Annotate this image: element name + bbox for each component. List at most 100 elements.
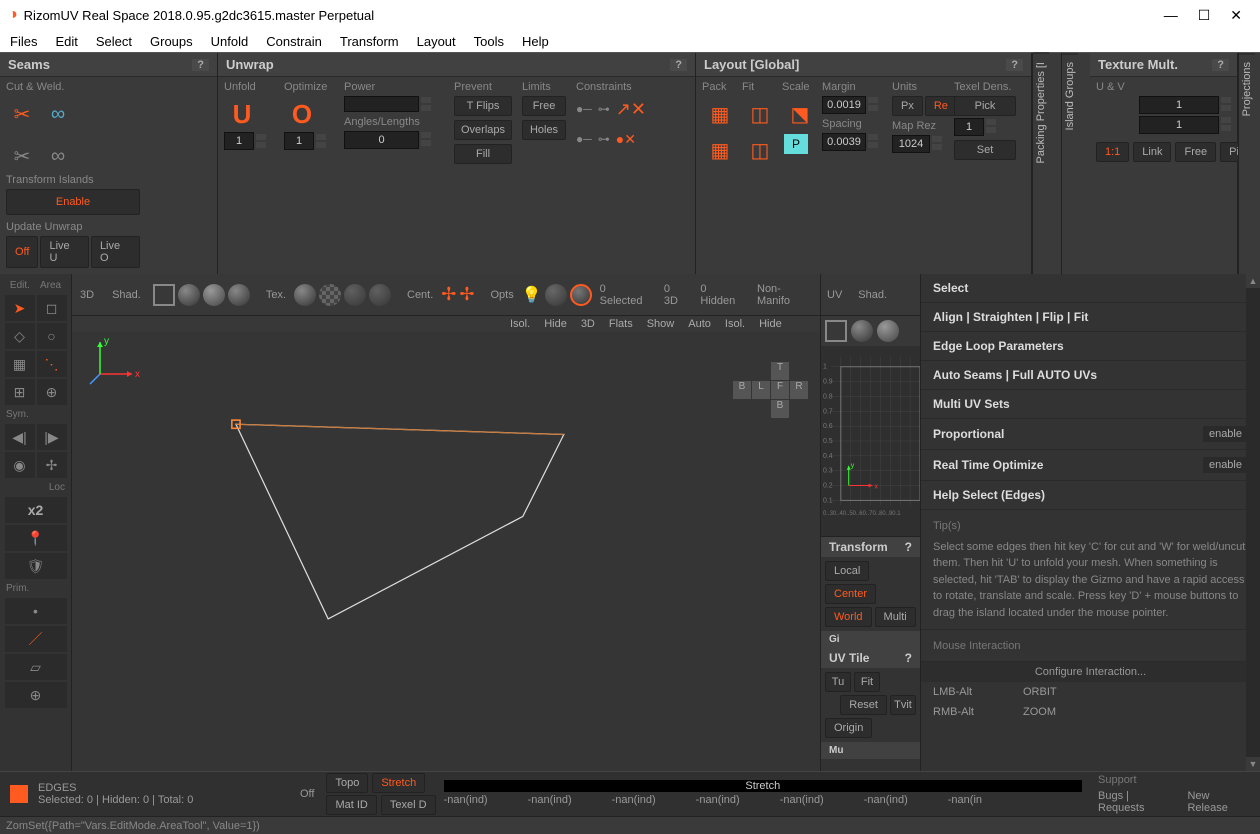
holes-button[interactable]: Holes [522, 120, 566, 140]
tflips-button[interactable]: T Flips [454, 96, 512, 116]
world-button[interactable]: World [825, 607, 872, 627]
rp-select[interactable]: Select [921, 274, 1260, 303]
viewport-canvas[interactable]: T B L F R B x y [72, 332, 820, 771]
uv-grid[interactable]: 1 0.9 0.8 0.7 0.6 0.5 0.4 0.3 0.2 0.1 0.… [821, 346, 920, 536]
matid-button[interactable]: Mat ID [326, 795, 376, 815]
uv-frame-icon[interactable] [825, 320, 847, 342]
pin-tool-icon[interactable]: 📍 [5, 525, 67, 551]
rp-proportional[interactable]: Proportionalenable [921, 419, 1260, 450]
right-scrollbar[interactable]: ▲ ▼ [1246, 274, 1260, 771]
opt-sphere-ring-icon[interactable] [570, 284, 592, 306]
minimize-button[interactable]: — [1164, 7, 1178, 24]
optimize-spinner[interactable] [316, 133, 326, 149]
navcube-bottom[interactable]: B [771, 400, 789, 418]
hide2-button[interactable]: Hide [759, 318, 782, 330]
unfold-value[interactable]: 1 [224, 132, 254, 150]
rp-multiuv[interactable]: Multi UV Sets [921, 390, 1260, 419]
layout-help-icon[interactable]: ? [1006, 59, 1023, 71]
maximize-button[interactable]: ☐ [1198, 7, 1211, 24]
set-button[interactable]: Set [954, 140, 1016, 160]
tex-sphere-1-icon[interactable] [294, 284, 316, 306]
island-icon[interactable]: ⊕ [5, 682, 67, 708]
menu-edit[interactable]: Edit [55, 34, 77, 49]
move-icon[interactable]: ✢ [37, 452, 67, 478]
camera-icon[interactable]: ◉ [5, 452, 35, 478]
optimize-value[interactable]: 1 [284, 132, 314, 150]
opt-sphere-icon[interactable] [545, 284, 567, 306]
menu-unfold[interactable]: Unfold [211, 34, 249, 49]
weld-icon[interactable]: ∞ [44, 98, 72, 130]
isol-button[interactable]: Isol. [510, 318, 530, 330]
one-one-button[interactable]: 1:1 [1096, 142, 1129, 162]
sphere-tool-icon[interactable]: ⊕ [37, 379, 67, 405]
pin2-icon[interactable]: ●─ [576, 132, 592, 146]
unfold-spinner[interactable] [256, 133, 266, 149]
maprez-spinner[interactable] [986, 118, 996, 136]
u-spinner[interactable] [1221, 96, 1231, 114]
maprez-value[interactable]: 1 [954, 118, 984, 136]
multiu-tab[interactable]: Mu [829, 745, 843, 756]
tex-sphere-4-icon[interactable] [369, 284, 391, 306]
shade-sphere-2-icon[interactable] [203, 284, 225, 306]
center-2-icon[interactable]: ✢ [459, 284, 474, 305]
rp-align[interactable]: Align | Straighten | Flip | Fit [921, 303, 1260, 332]
show-button[interactable]: Show [647, 318, 675, 330]
sym-right-icon[interactable]: |▶ [37, 424, 67, 450]
navcube-front[interactable]: F [771, 381, 789, 399]
side-tab-island-groups[interactable]: Island Groups [1062, 53, 1078, 138]
angles-value[interactable]: 0 [344, 131, 419, 149]
close-button[interactable]: ✕ [1230, 7, 1242, 24]
navcube-right[interactable]: R [790, 381, 808, 399]
menu-files[interactable]: Files [10, 34, 37, 49]
gizmo-tab[interactable]: Gi [829, 634, 840, 645]
unpin2-icon[interactable]: ●✕ [616, 131, 636, 148]
unpin-icon[interactable]: ↗✕ [616, 99, 646, 120]
realtime-enable-button[interactable]: enable [1203, 457, 1248, 473]
uv-sphere2-icon[interactable] [877, 320, 899, 342]
unfold-icon[interactable]: U [226, 98, 258, 130]
rect-select-icon[interactable]: ◻ [37, 295, 67, 321]
mesh-tool-icon[interactable]: ⊞ [5, 379, 35, 405]
px-button[interactable]: Px [892, 96, 923, 116]
uvtile-help-icon[interactable]: ? [905, 651, 912, 665]
liveu-button[interactable]: Live U [40, 236, 88, 268]
newrelease-link[interactable]: New Release [1187, 790, 1252, 814]
menu-constrain[interactable]: Constrain [266, 34, 322, 49]
face-icon[interactable]: ▱ [5, 654, 67, 680]
local-button[interactable]: Local [825, 561, 869, 581]
side-tab-packing[interactable]: Packing Properties [I [1033, 53, 1049, 172]
vertex-icon[interactable]: • [5, 598, 67, 624]
v-spinner[interactable] [1221, 116, 1231, 134]
rp-autoseams[interactable]: Auto Seams | Full AUTO UVs [921, 361, 1260, 390]
multi-button[interactable]: Multi [875, 607, 916, 627]
angles-spinner[interactable] [421, 131, 431, 149]
3d-button[interactable]: 3D [581, 318, 595, 330]
fit-u-button[interactable]: Fit [854, 672, 880, 692]
cut-icon[interactable]: ✂ [8, 98, 36, 130]
menu-tools[interactable]: Tools [474, 34, 504, 49]
tex-sphere-check-icon[interactable] [319, 284, 341, 306]
tu-button[interactable]: Tu [825, 672, 851, 692]
menu-layout[interactable]: Layout [417, 34, 456, 49]
overlaps-button[interactable]: Overlaps [454, 120, 512, 140]
fill-button[interactable]: Fill [454, 144, 512, 164]
menu-groups[interactable]: Groups [150, 34, 193, 49]
navcube-top[interactable]: T [771, 362, 789, 380]
tvit-button[interactable]: Tvit [890, 695, 916, 715]
constraint2-icon[interactable]: ⊶ [598, 132, 610, 146]
scale-icon[interactable]: ⬔ [784, 98, 816, 130]
proportional-enable-button[interactable]: enable [1203, 426, 1248, 442]
scroll-down-icon[interactable]: ▼ [1246, 757, 1260, 771]
menu-select[interactable]: Select [96, 34, 132, 49]
arrow-tool-icon[interactable]: ➤ [5, 295, 35, 321]
bulb-icon[interactable]: 💡 [522, 285, 542, 305]
rp-helpselect[interactable]: Help Select (Edges) [921, 481, 1260, 510]
scale-p-icon[interactable]: P [784, 134, 808, 154]
scroll-up-icon[interactable]: ▲ [1246, 274, 1260, 288]
spacing-value[interactable]: 0.0039 [822, 133, 866, 151]
path-tool-icon[interactable]: ⋱ [37, 351, 67, 377]
texmult-help-icon[interactable]: ? [1212, 59, 1229, 71]
menu-help[interactable]: Help [522, 34, 549, 49]
power-spinner[interactable] [421, 96, 431, 112]
re-button[interactable]: Re [925, 96, 957, 116]
